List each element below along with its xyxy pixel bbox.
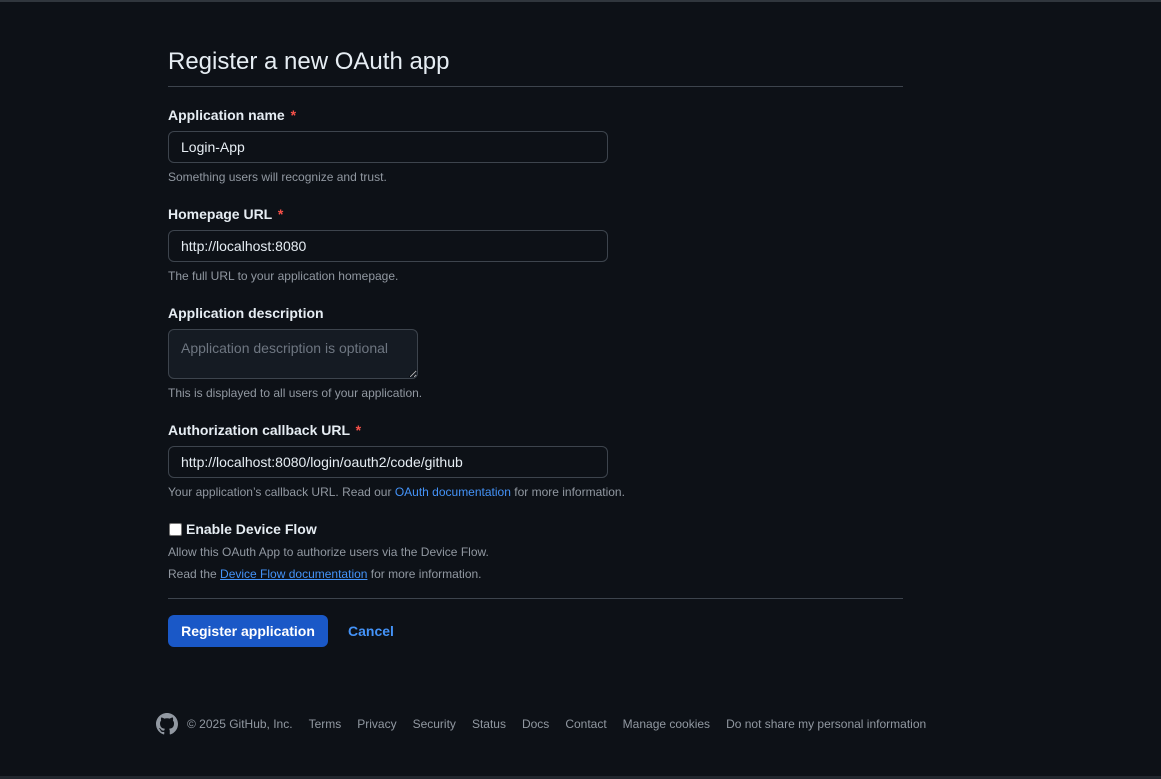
device-flow-row: Enable Device Flow — [168, 519, 903, 539]
footer-link-docs[interactable]: Docs — [522, 717, 549, 731]
oauth-app-form: Register a new OAuth app Application nam… — [168, 46, 903, 647]
title-divider — [168, 86, 903, 87]
required-mark: * — [290, 107, 297, 123]
app-name-field: Application name * Something users will … — [168, 105, 903, 186]
device-flow-hints: Allow this OAuth App to authorize users … — [168, 543, 903, 583]
footer-link-do-not-share[interactable]: Do not share my personal information — [726, 717, 926, 731]
description-textarea[interactable] — [168, 329, 418, 379]
callback-url-input[interactable] — [168, 446, 608, 478]
app-name-input[interactable] — [168, 131, 608, 163]
github-icon[interactable] — [156, 713, 178, 735]
device-flow-hint: Allow this OAuth App to authorize users … — [168, 545, 489, 559]
homepage-url-label: Homepage URL * — [168, 204, 903, 224]
device-flow-docs-hint: Read the Device Flow documentation for m… — [168, 565, 903, 583]
actions-divider — [168, 598, 903, 599]
oauth-documentation-link[interactable]: OAuth documentation — [395, 485, 511, 499]
homepage-url-hint: The full URL to your application homepag… — [168, 269, 399, 283]
homepage-url-label-text: Homepage URL — [168, 206, 272, 222]
required-mark: * — [277, 206, 284, 222]
device-flow-label[interactable]: Enable Device Flow — [186, 521, 317, 537]
form-actions: Register application Cancel — [168, 615, 903, 647]
homepage-url-input[interactable] — [168, 230, 608, 262]
footer-link-contact[interactable]: Contact — [565, 717, 606, 731]
top-border — [0, 0, 1161, 2]
description-hint: This is displayed to all users of your a… — [168, 386, 423, 400]
footer-copyright: © 2025 GitHub, Inc. — [187, 717, 293, 731]
device-docs-suffix: for more information. — [370, 567, 482, 581]
footer-link-security[interactable]: Security — [413, 717, 456, 731]
footer: © 2025 GitHub, Inc. Terms Privacy Securi… — [156, 712, 942, 736]
app-name-label-text: Application name — [168, 107, 285, 123]
footer-link-privacy[interactable]: Privacy — [357, 717, 396, 731]
callback-url-field: Authorization callback URL * Your applic… — [168, 420, 903, 501]
description-label: Application description — [168, 305, 324, 321]
footer-link-terms[interactable]: Terms — [309, 717, 342, 731]
device-docs-prefix: Read the — [168, 567, 217, 581]
callback-url-label: Authorization callback URL * — [168, 420, 903, 440]
page-title: Register a new OAuth app — [168, 48, 450, 75]
homepage-url-field: Homepage URL * The full URL to your appl… — [168, 204, 903, 285]
app-name-hint: Something users will recognize and trust… — [168, 170, 387, 184]
app-name-label: Application name * — [168, 105, 903, 125]
callback-hint-prefix: Your application’s callback URL. Read ou… — [168, 485, 392, 499]
register-application-button[interactable]: Register application — [168, 615, 328, 647]
required-mark: * — [355, 422, 362, 438]
device-flow-documentation-link[interactable]: Device Flow documentation — [220, 567, 367, 581]
footer-link-status[interactable]: Status — [472, 717, 506, 731]
callback-url-label-text: Authorization callback URL — [168, 422, 350, 438]
callback-hint-suffix: for more information. — [514, 485, 625, 499]
device-flow-checkbox[interactable] — [169, 522, 182, 536]
description-field: Application description This is displaye… — [168, 303, 903, 402]
footer-link-manage-cookies[interactable]: Manage cookies — [623, 717, 710, 731]
callback-url-hint: Your application’s callback URL. Read ou… — [168, 483, 903, 501]
cancel-button[interactable]: Cancel — [348, 623, 394, 639]
